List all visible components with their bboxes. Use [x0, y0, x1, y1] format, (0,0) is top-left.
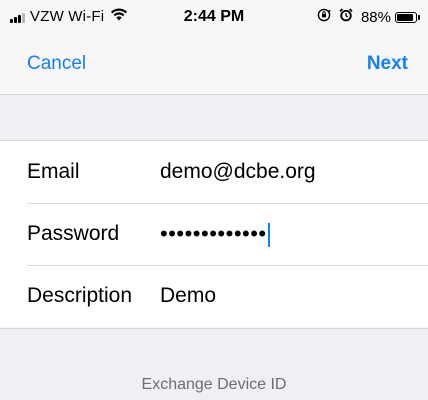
section-spacer — [0, 95, 428, 141]
exchange-device-id-label: Exchange Device ID — [141, 376, 287, 393]
next-button[interactable]: Next — [367, 53, 408, 75]
email-label: Email — [27, 160, 80, 183]
password-field[interactable]: ••••••••••••• — [160, 220, 270, 248]
description-field[interactable]: Demo — [160, 284, 216, 308]
battery-fill — [397, 13, 413, 21]
status-right: 88% — [317, 8, 420, 26]
account-form: Email demo@dcbe.org Password •••••••••••… — [0, 141, 428, 327]
description-label: Description — [27, 284, 133, 307]
battery-icon — [395, 11, 417, 23]
device-id-section: Exchange Device ID — [0, 329, 428, 400]
battery-tip — [418, 14, 420, 20]
password-label: Password — [27, 222, 120, 245]
exchange-account-screen: VZW Wi-Fi 2:44 PM 88% Cancel Next Email … — [0, 0, 428, 400]
alarm-icon — [339, 8, 353, 26]
description-row[interactable]: Description Demo — [0, 265, 428, 327]
password-row[interactable]: Password ••••••••••••• — [0, 203, 428, 265]
text-cursor — [267, 223, 270, 248]
orientation-lock-icon — [317, 8, 331, 26]
email-field[interactable]: demo@dcbe.org — [160, 160, 316, 184]
password-dots: ••••••••••••• — [160, 220, 267, 246]
email-row[interactable]: Email demo@dcbe.org — [0, 141, 428, 203]
status-bar: VZW Wi-Fi 2:44 PM 88% — [0, 0, 428, 34]
cancel-button[interactable]: Cancel — [27, 53, 86, 75]
navigation-bar: Cancel Next — [0, 34, 428, 95]
battery-percentage: 88% — [360, 8, 391, 26]
